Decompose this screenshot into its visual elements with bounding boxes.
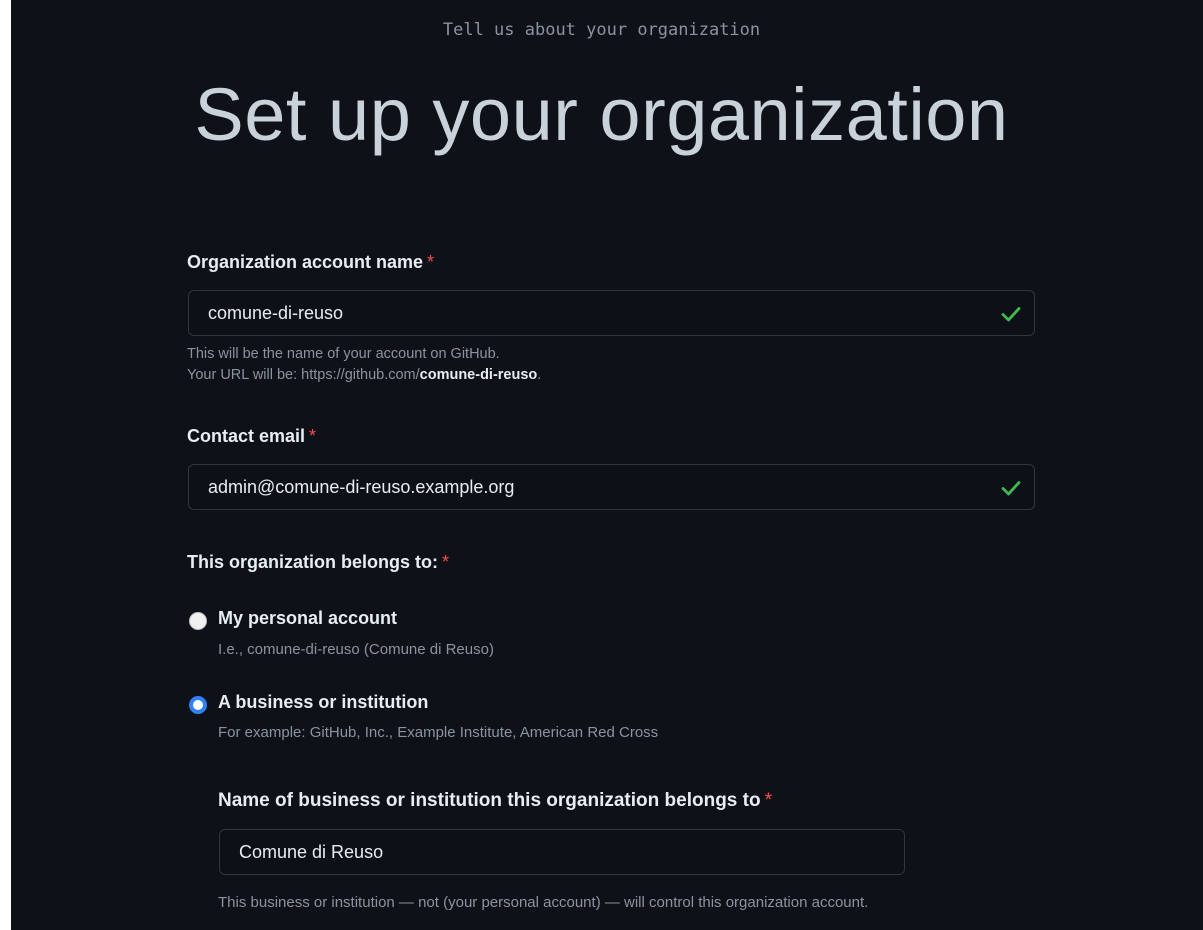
org-name-label: Organization account name * bbox=[187, 252, 434, 273]
required-mark: * bbox=[764, 790, 772, 811]
business-name-value: Comune di Reuso bbox=[239, 841, 384, 862]
org-name-input[interactable]: comune-di-reuso bbox=[188, 290, 1035, 336]
url-prefix: Your URL will be: https://github.com/ bbox=[187, 367, 420, 383]
radio-personal-description: I.e., comune-di-reuso (Comune di Reuso) bbox=[218, 641, 494, 658]
org-name-hint-url: Your URL will be: https://github.com/com… bbox=[187, 365, 541, 386]
check-icon bbox=[1001, 481, 1021, 496]
contact-email-value: admin@comune-di-reuso.example.org bbox=[208, 476, 515, 497]
org-name-label-text: Organization account name bbox=[187, 252, 424, 272]
belongs-to-label: This organization belongs to: * bbox=[187, 552, 449, 573]
page-title: Set up your organization bbox=[194, 73, 1009, 156]
page-eyebrow: Tell us about your organization bbox=[442, 20, 761, 40]
url-suffix: . bbox=[537, 367, 542, 383]
business-name-label-text: Name of business or institution this org… bbox=[218, 790, 761, 811]
radio-business-description: For example: GitHub, Inc., Example Insti… bbox=[218, 724, 659, 741]
required-mark: * bbox=[442, 552, 450, 572]
contact-email-input[interactable]: admin@comune-di-reuso.example.org bbox=[188, 464, 1035, 510]
contact-email-label: Contact email * bbox=[187, 426, 316, 447]
radio-business-title[interactable]: A business or institution bbox=[218, 692, 428, 713]
radio-personal-account[interactable] bbox=[189, 612, 207, 630]
belongs-to-label-text: This organization belongs to: bbox=[187, 552, 438, 572]
check-icon bbox=[1001, 307, 1021, 322]
required-mark: * bbox=[309, 426, 317, 446]
business-name-hint: This business or institution — not (your… bbox=[218, 894, 869, 911]
url-name: comune-di-reuso bbox=[419, 367, 538, 383]
org-name-value: comune-di-reuso bbox=[208, 302, 344, 323]
contact-email-label-text: Contact email bbox=[187, 426, 306, 446]
radio-business-institution[interactable] bbox=[189, 696, 207, 714]
business-name-label: Name of business or institution this org… bbox=[218, 790, 772, 812]
required-mark: * bbox=[427, 252, 435, 272]
business-name-input[interactable]: Comune di Reuso bbox=[219, 829, 905, 875]
page-frame: Tell us about your organization Set up y… bbox=[11, 0, 1203, 930]
radio-personal-title[interactable]: My personal account bbox=[218, 608, 397, 629]
org-name-hint-line1: This will be the name of your account on… bbox=[187, 346, 500, 362]
org-name-hint: This will be the name of your account on… bbox=[187, 344, 541, 386]
